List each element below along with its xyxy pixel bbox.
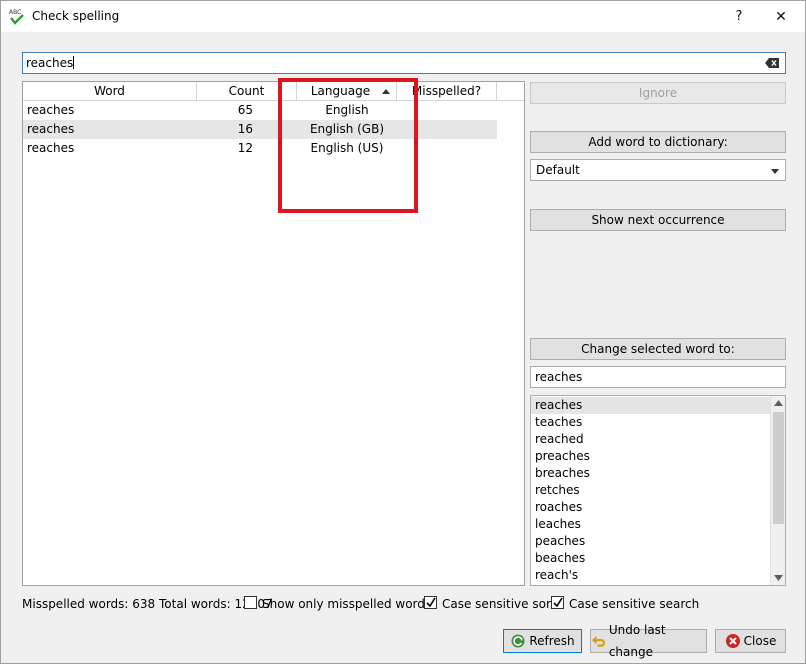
suggestions-list[interactable]: reaches teaches reached preaches breache… <box>530 395 786 586</box>
column-header-word[interactable]: Word <box>23 82 197 101</box>
table-row[interactable]: reaches 16 English (GB) <box>23 120 497 139</box>
case-sensitive-sort-label: Case sensitive sort <box>442 597 556 611</box>
undo-button-label: Undo last change <box>608 623 666 659</box>
table-header: Word Count Language Misspelled? <box>23 82 524 101</box>
add-word-to-dictionary-button[interactable]: Add word to dictionary: <box>530 131 786 153</box>
svg-text:ABC: ABC <box>9 9 21 16</box>
cell-count: 16 <box>237 122 253 136</box>
scroll-down-arrow-icon[interactable] <box>774 575 783 581</box>
list-item[interactable]: breaches <box>531 465 771 482</box>
column-header-filler <box>497 82 524 101</box>
undo-last-change-button[interactable]: Undo last change <box>590 623 707 659</box>
list-item[interactable]: beaches <box>531 550 771 567</box>
spellcheck-icon: ABC <box>9 9 24 25</box>
search-input[interactable]: reaches <box>22 52 786 74</box>
clear-icon[interactable] <box>765 58 779 68</box>
case-sensitive-search-checkbox[interactable] <box>551 596 564 609</box>
cell-misspelled <box>397 139 497 158</box>
list-item[interactable]: reached <box>531 431 771 448</box>
cell-word: reaches <box>27 141 75 155</box>
show-next-occurrence-button[interactable]: Show next occurrence <box>530 209 786 231</box>
scrollbar-thumb[interactable] <box>773 412 784 524</box>
word-count-status: Misspelled words: 638 Total words: 12707 <box>22 597 273 611</box>
column-header-language[interactable]: Language <box>297 82 397 101</box>
cell-misspelled <box>397 101 497 120</box>
list-item[interactable]: reaches <box>531 397 771 414</box>
column-header-count[interactable]: Count <box>197 82 297 101</box>
dictionary-select-value: Default <box>536 163 580 177</box>
cell-misspelled <box>397 120 497 139</box>
suggestions-scrollbar[interactable] <box>770 396 785 585</box>
list-item[interactable]: leaches <box>531 516 771 533</box>
dictionary-select[interactable]: Default <box>530 159 786 181</box>
cell-word: reaches <box>27 103 75 117</box>
cell-language: English <box>325 103 369 117</box>
window-close-button[interactable]: ✕ <box>759 1 803 32</box>
list-item[interactable]: peaches <box>531 533 771 550</box>
close-icon <box>725 634 740 648</box>
ignore-button[interactable]: Ignore <box>530 82 786 104</box>
change-selected-word-button[interactable]: Change selected word to: <box>530 338 786 360</box>
title-bar: ABC Check spelling ? ✕ <box>1 1 805 32</box>
column-header-misspelled[interactable]: Misspelled? <box>397 82 497 101</box>
list-item[interactable]: preaches <box>531 448 771 465</box>
table-row[interactable]: reaches 12 English (US) <box>23 139 497 158</box>
refresh-icon <box>511 634 525 648</box>
checkmark-icon <box>553 597 563 608</box>
window-title: Check spelling <box>32 9 120 23</box>
cell-language: English (GB) <box>309 122 385 136</box>
refresh-button-label: Refresh <box>529 634 575 648</box>
list-item[interactable]: roaches <box>531 499 771 516</box>
words-table[interactable]: Word Count Language Misspelled? reaches … <box>22 81 525 586</box>
scroll-up-arrow-icon[interactable] <box>774 400 783 406</box>
checkmark-icon <box>426 597 436 608</box>
cell-language: English (US) <box>310 141 384 155</box>
close-button-label: Close <box>743 634 777 648</box>
replacement-word-input[interactable]: reaches <box>530 366 786 388</box>
case-sensitive-search-label: Case sensitive search <box>569 597 700 611</box>
table-row[interactable]: reaches 65 English <box>23 101 497 120</box>
search-input-value: reaches <box>26 56 74 70</box>
replacement-word-value: reaches <box>535 370 583 384</box>
column-header-language-label: Language <box>310 84 371 98</box>
show-only-misspelled-label: Show only misspelled words <box>262 597 432 611</box>
cell-word: reaches <box>27 122 75 136</box>
list-item[interactable]: retches <box>531 482 771 499</box>
list-item[interactable]: teaches <box>531 414 771 431</box>
close-button[interactable]: Close <box>715 629 786 653</box>
cell-count: 65 <box>237 103 253 117</box>
sort-ascending-icon <box>382 89 390 94</box>
list-item[interactable]: reach's <box>531 567 771 584</box>
chevron-down-icon <box>771 169 779 174</box>
cell-count: 12 <box>237 141 253 155</box>
refresh-button[interactable]: Refresh <box>503 629 582 653</box>
case-sensitive-sort-checkbox[interactable] <box>424 596 437 609</box>
help-button[interactable]: ? <box>717 1 761 32</box>
undo-icon <box>591 635 606 647</box>
show-only-misspelled-checkbox[interactable] <box>244 596 257 609</box>
check-spelling-dialog: ABC Check spelling ? ✕ reaches Word Coun… <box>0 0 806 664</box>
